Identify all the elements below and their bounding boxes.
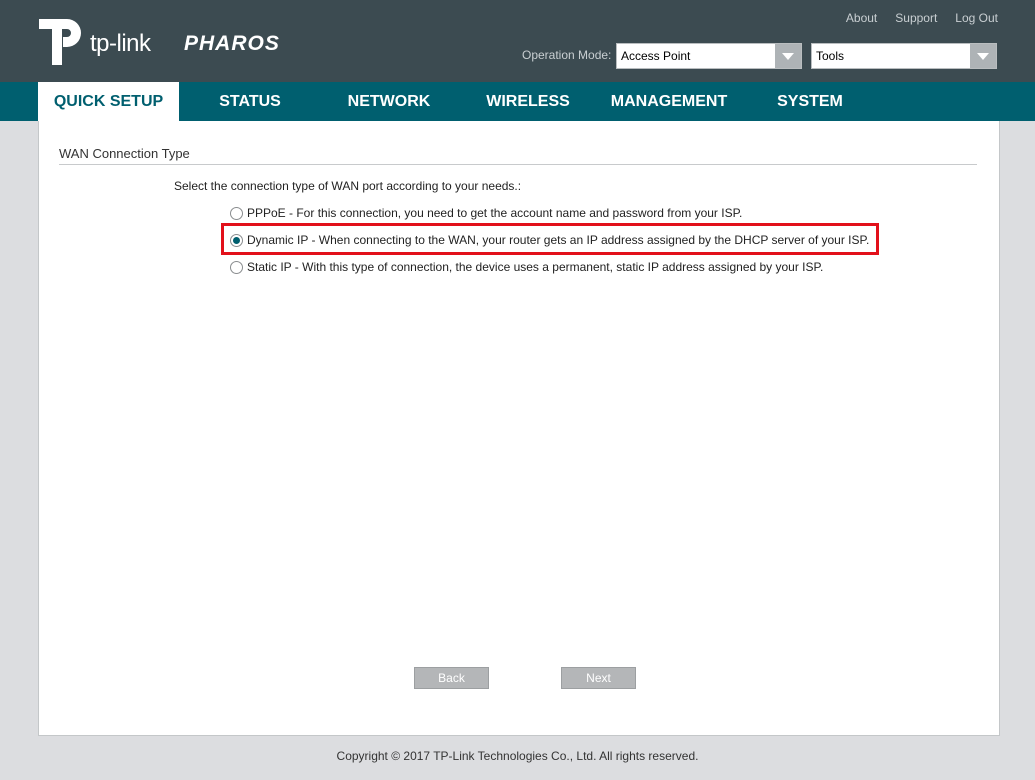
tab-system[interactable]: SYSTEM [740,82,880,121]
chevron-down-icon[interactable] [970,44,996,68]
pppoe-radio[interactable] [230,206,243,220]
tab-quick-setup[interactable]: QUICK SETUP [38,82,179,121]
logout-link[interactable]: Log Out [955,11,998,25]
section-title: WAN Connection Type [59,146,190,161]
tp-link-logo-icon [39,17,87,67]
tab-status[interactable]: STATUS [180,82,320,121]
tools-value: Tools [816,49,845,63]
section-divider [59,164,977,165]
support-link[interactable]: Support [895,11,937,25]
next-button[interactable]: Next [561,667,636,689]
operation-mode-label: Operation Mode: [522,48,612,62]
chevron-down-icon[interactable] [775,44,801,68]
back-button[interactable]: Back [414,667,489,689]
instruction-text: Select the connection type of WAN port a… [174,179,522,193]
main-nav: QUICK SETUP STATUS NETWORK WIRELESS MANA… [0,82,1035,121]
option-pppoe[interactable]: PPPoE - For this connection, you need to… [230,206,742,220]
operation-mode-value: Access Point [621,49,691,63]
content-panel: WAN Connection Type Select the connectio… [38,121,1000,736]
about-link[interactable]: About [846,11,877,25]
header-bar: tp-link PHAROS About Support Log Out Ope… [0,0,1035,82]
brand-name: tp-link [90,30,151,57]
static-ip-radio[interactable] [230,260,243,274]
pppoe-label: PPPoE - For this connection, you need to… [247,206,743,220]
copyright-footer: Copyright © 2017 TP-Link Technologies Co… [336,749,699,763]
tools-select[interactable]: Tools [811,43,997,69]
tab-wireless[interactable]: WIRELESS [458,82,598,121]
static-ip-label: Static IP - With this type of connection… [247,260,824,274]
top-links: About Support Log Out [846,11,998,25]
product-name: PHAROS [184,32,280,55]
tab-network[interactable]: NETWORK [320,82,458,121]
tab-management[interactable]: MANAGEMENT [598,82,740,121]
option-static-ip[interactable]: Static IP - With this type of connection… [230,260,823,274]
operation-mode-select[interactable]: Access Point [616,43,802,69]
highlight-box [221,223,879,255]
